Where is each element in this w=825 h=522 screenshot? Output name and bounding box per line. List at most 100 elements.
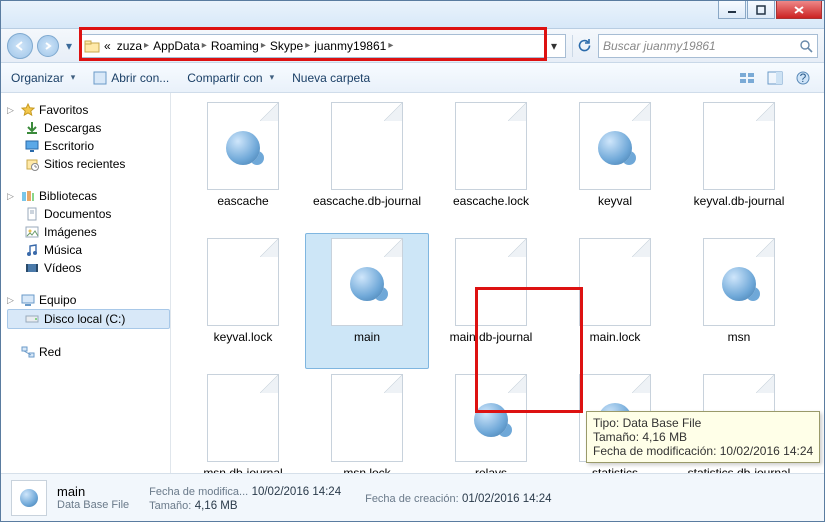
file-tooltip: Tipo: Data Base File Tamaño: 4,16 MB Fec…: [586, 411, 820, 463]
blank-file-icon: [331, 374, 403, 462]
file-name: eascache.lock: [453, 194, 529, 208]
address-bar[interactable]: « zuza▸AppData▸Roaming▸Skype▸juanmy19861…: [79, 34, 566, 58]
file-name: keyval: [598, 194, 632, 208]
search-placeholder: Buscar juanmy19861: [603, 39, 716, 53]
breadcrumb-segment[interactable]: Roaming▸: [209, 39, 268, 53]
blank-file-icon: [207, 238, 279, 326]
blank-file-icon: [331, 102, 403, 190]
file-item[interactable]: main: [305, 233, 429, 369]
svg-text:?: ?: [800, 71, 807, 85]
breadcrumb-segment[interactable]: juanmy19861▸: [312, 39, 395, 53]
breadcrumb-prefix[interactable]: «: [102, 39, 113, 53]
blank-file-icon: [455, 102, 527, 190]
file-item[interactable]: keyval: [553, 97, 677, 233]
details-filename: main: [57, 484, 129, 499]
file-item[interactable]: msn.db-journal: [181, 369, 305, 473]
breadcrumb: zuza▸AppData▸Roaming▸Skype▸juanmy19861▸: [115, 39, 396, 53]
sidebar-item[interactable]: Escritorio: [7, 137, 170, 155]
file-name: statistics.db-journal: [688, 466, 791, 473]
explorer-window: ▾ « zuza▸AppData▸Roaming▸Skype▸juanmy198…: [0, 0, 825, 522]
toolbar: Organizar Abrir con... Compartir con Nue…: [1, 63, 824, 93]
breadcrumb-segment[interactable]: Skype▸: [268, 39, 312, 53]
body: ▷ Favoritos DescargasEscritorioSitios re…: [1, 93, 824, 473]
help-button[interactable]: ?: [792, 68, 814, 88]
file-item[interactable]: eascache.db-journal: [305, 97, 429, 233]
nav-icon: [25, 207, 39, 221]
gear-file-icon: [579, 102, 651, 190]
nav-icon: [25, 157, 39, 171]
breadcrumb-segment[interactable]: AppData▸: [151, 39, 209, 53]
file-item[interactable]: eascache.lock: [429, 97, 553, 233]
nav-row: ▾ « zuza▸AppData▸Roaming▸Skype▸juanmy198…: [1, 29, 824, 63]
nav-pane: ▷ Favoritos DescargasEscritorioSitios re…: [1, 93, 171, 473]
file-name: eascache: [217, 194, 268, 208]
nav-icon: [25, 261, 39, 275]
sidebar-computer[interactable]: ▷ Equipo: [7, 291, 170, 309]
file-name: main.lock: [590, 330, 641, 344]
sidebar-item[interactable]: Imágenes: [7, 223, 170, 241]
sidebar-item[interactable]: Música: [7, 241, 170, 259]
refresh-button[interactable]: [572, 35, 594, 57]
file-name: msn: [728, 330, 751, 344]
file-item[interactable]: eascache: [181, 97, 305, 233]
star-icon: [21, 103, 35, 117]
file-item[interactable]: main.lock: [553, 233, 677, 369]
collapse-icon: ▷: [7, 191, 17, 202]
file-list[interactable]: eascache eascache.db-journal eascache.lock…: [171, 93, 824, 473]
libraries-icon: [21, 189, 35, 203]
nav-icon: [25, 243, 39, 257]
sidebar-network[interactable]: ▷ Red: [7, 343, 170, 361]
app-icon: [93, 71, 107, 85]
nav-history-dropdown[interactable]: ▾: [63, 35, 75, 57]
file-item[interactable]: msn.lock: [305, 369, 429, 473]
nav-icon: [25, 225, 39, 239]
sidebar-item[interactable]: Documentos: [7, 205, 170, 223]
breadcrumb-segment[interactable]: zuza▸: [115, 39, 151, 53]
sidebar-item-local-disk[interactable]: Disco local (C:): [7, 309, 170, 329]
preview-pane-button[interactable]: [764, 68, 786, 88]
file-name: keyval.lock: [214, 330, 273, 344]
sidebar-item[interactable]: Vídeos: [7, 259, 170, 277]
blank-file-icon: [579, 238, 651, 326]
file-item[interactable]: msn: [677, 233, 801, 369]
maximize-button[interactable]: [747, 1, 775, 19]
collapse-icon: ▷: [7, 105, 17, 116]
blank-file-icon: [703, 102, 775, 190]
search-icon: [799, 39, 813, 53]
file-name: main.db-journal: [450, 330, 533, 344]
file-name: msn.db-journal: [203, 466, 282, 473]
drive-icon: [25, 313, 39, 325]
gear-file-icon: [207, 102, 279, 190]
folder-icon: [84, 39, 100, 53]
gear-file-icon: [331, 238, 403, 326]
sidebar-favorites[interactable]: ▷ Favoritos: [7, 101, 170, 119]
minimize-button[interactable]: [718, 1, 746, 19]
computer-icon: [21, 293, 35, 307]
nav-icon: [25, 121, 39, 135]
close-button[interactable]: [776, 1, 822, 19]
new-folder-button[interactable]: Nueva carpeta: [292, 71, 370, 85]
file-name: eascache.db-journal: [313, 194, 421, 208]
address-dropdown[interactable]: ▾: [547, 39, 561, 53]
view-options-button[interactable]: [736, 68, 758, 88]
open-with-button[interactable]: Abrir con...: [93, 71, 169, 85]
sidebar-item[interactable]: Descargas: [7, 119, 170, 137]
file-item[interactable]: main.db-journal: [429, 233, 553, 369]
nav-icon: [25, 139, 39, 153]
file-item[interactable]: relays: [429, 369, 553, 473]
details-pane: main Data Base File Fecha de modifica...…: [1, 473, 824, 521]
share-menu[interactable]: Compartir con: [187, 71, 274, 85]
file-name: statistics: [592, 466, 638, 473]
file-item[interactable]: keyval.lock: [181, 233, 305, 369]
sidebar-libraries[interactable]: ▷ Bibliotecas: [7, 187, 170, 205]
back-button[interactable]: [7, 33, 33, 59]
organize-menu[interactable]: Organizar: [11, 71, 75, 85]
file-name: msn.lock: [343, 466, 390, 473]
file-item[interactable]: keyval.db-journal: [677, 97, 801, 233]
forward-button[interactable]: [37, 35, 59, 57]
details-filetype: Data Base File: [57, 499, 129, 511]
network-icon: [21, 345, 35, 359]
sidebar-item[interactable]: Sitios recientes: [7, 155, 170, 173]
search-input[interactable]: Buscar juanmy19861: [598, 34, 818, 58]
titlebar: [1, 1, 824, 29]
